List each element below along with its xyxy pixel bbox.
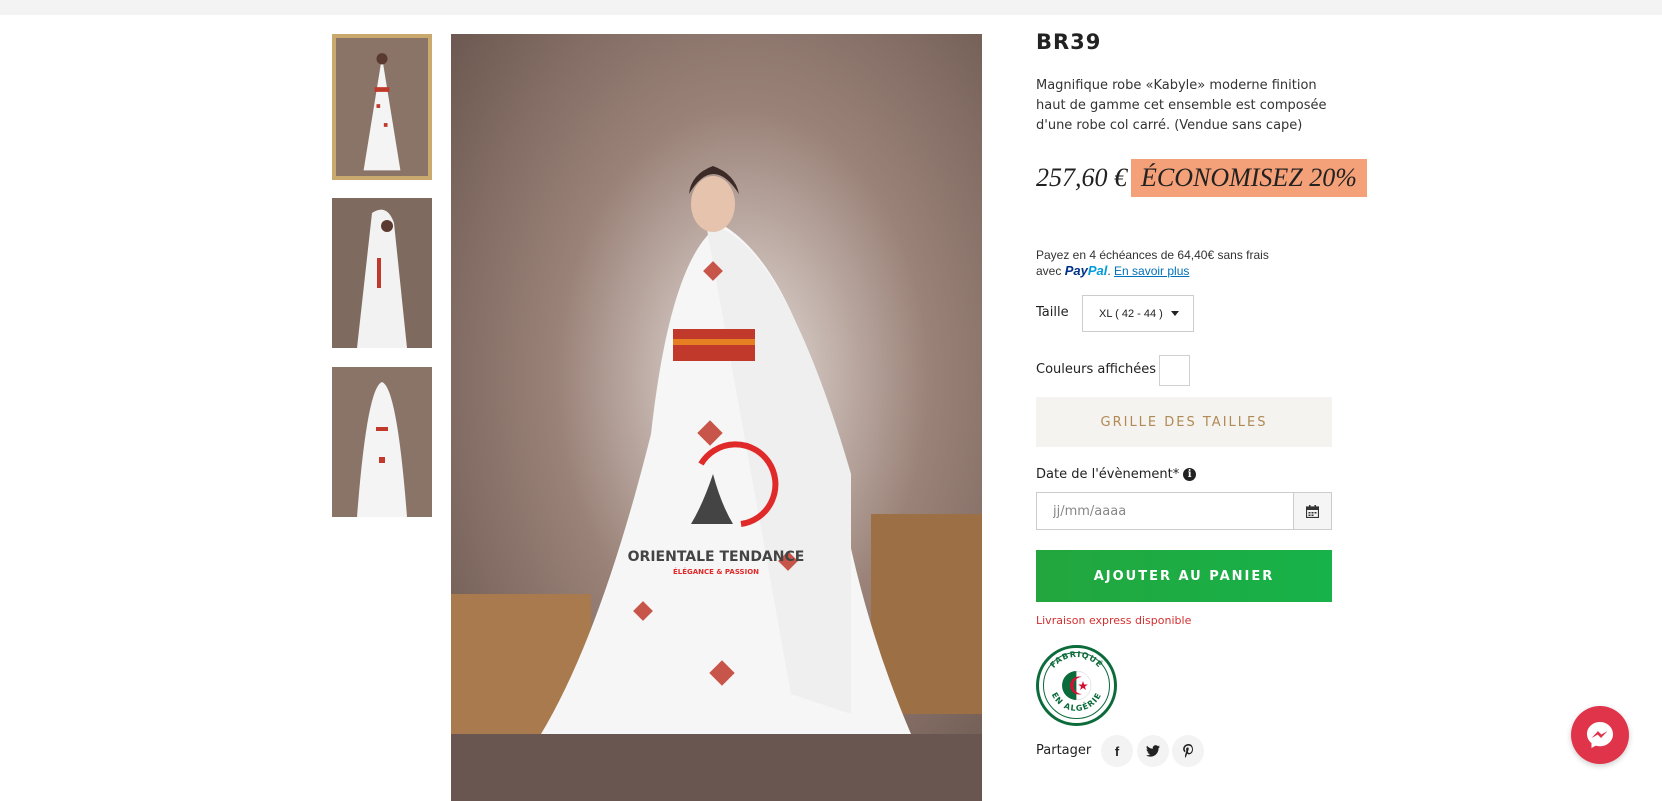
pinterest-share-button[interactable]	[1172, 735, 1204, 767]
color-swatch[interactable]	[1159, 355, 1190, 386]
paypal-installments: Payez en 4 échéances de 64,40€ sans frai…	[1036, 248, 1269, 262]
paypal-avec: avec	[1036, 264, 1062, 278]
watermark-brand: ORIENTALE TENDANCE	[628, 549, 805, 565]
facebook-icon: f	[1114, 743, 1120, 759]
product-price: 257,60 €	[1036, 163, 1127, 192]
share-label: Partager	[1036, 743, 1092, 758]
product-description: Magnifique robe «Kabyle» moderne finitio…	[1036, 78, 1327, 133]
watermark-tagline: ÉLÉGANCE & PASSION	[673, 567, 759, 576]
top-bar	[0, 0, 1662, 15]
event-date-input[interactable]	[1036, 492, 1294, 530]
twitter-share-button[interactable]	[1137, 735, 1169, 767]
size-label: Taille	[1036, 305, 1069, 320]
add-to-cart-button[interactable]: AJOUTER AU PANIER	[1036, 550, 1332, 602]
paypal-logo-pay: Pay	[1064, 263, 1088, 278]
calendar-icon	[1306, 504, 1319, 518]
main-product-image[interactable]: ORIENTALE TENDANCE ÉLÉGANCE & PASSION	[451, 34, 982, 801]
thumbnail-2[interactable]	[332, 198, 432, 348]
paypal-learn-more-link[interactable]: En savoir plus	[1114, 264, 1189, 278]
delivery-note: Livraison express disponible	[1036, 614, 1192, 627]
size-select[interactable]: XL ( 42 - 44 )	[1082, 295, 1194, 332]
size-selected-value: XL ( 42 - 44 )	[1099, 307, 1163, 320]
colors-label: Couleurs affichées	[1036, 362, 1157, 377]
thumbnail-3[interactable]	[332, 367, 432, 517]
size-guide-button[interactable]: GRILLE DES TAILLES	[1036, 397, 1332, 447]
caret-down-icon	[1171, 311, 1179, 316]
discount-badge: ÉCONOMISEZ 20%	[1131, 159, 1367, 197]
paypal-logo: PayPal	[1065, 263, 1108, 278]
product-title: BR39	[1036, 30, 1102, 54]
calendar-button[interactable]	[1293, 492, 1332, 530]
event-date-label: Date de l'évènement*	[1036, 467, 1180, 482]
paypal-message: Payez en 4 échéances de 64,40€ sans frai…	[1036, 248, 1269, 278]
info-icon[interactable]: i	[1183, 468, 1197, 481]
pinterest-icon	[1182, 744, 1193, 758]
paypal-logo-pal: Pal	[1087, 263, 1108, 278]
twitter-icon	[1146, 745, 1160, 757]
price-row: 257,60 € ÉCONOMISEZ 20%	[1036, 158, 1367, 198]
thumbnail-1[interactable]	[332, 34, 432, 180]
messenger-chat-button[interactable]	[1571, 706, 1629, 764]
made-in-algeria-badge: FABRIQUÉ EN ALGÉRIE	[1036, 645, 1117, 726]
facebook-share-button[interactable]: f	[1101, 735, 1133, 767]
messenger-icon	[1587, 722, 1613, 748]
event-date-label-row: Date de l'évènement* i	[1036, 467, 1197, 482]
